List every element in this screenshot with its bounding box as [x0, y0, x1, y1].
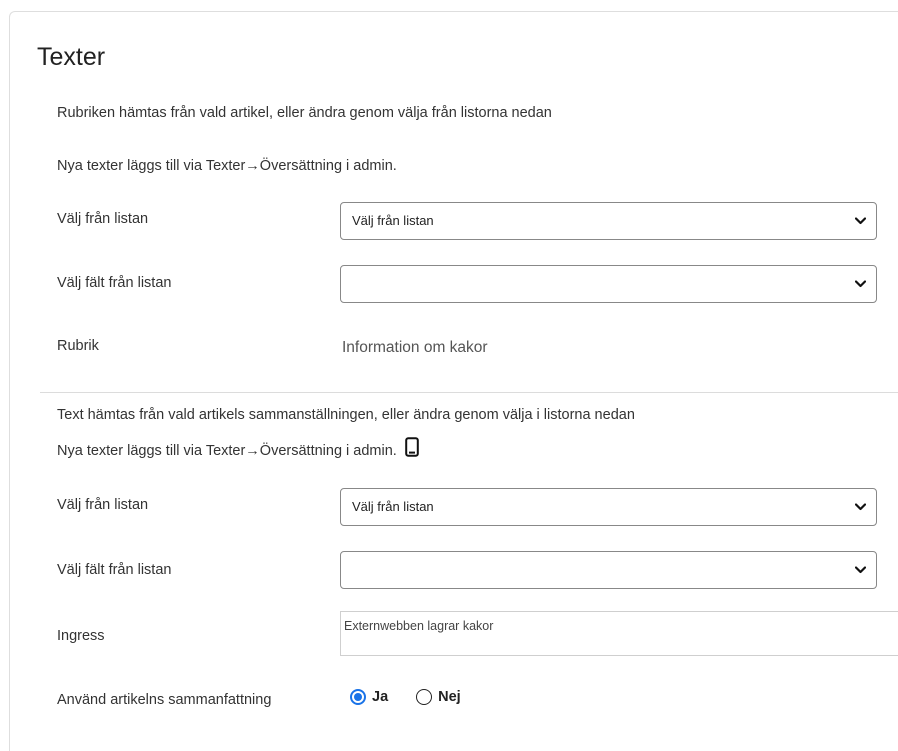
radio-nej[interactable]: Nej: [416, 689, 461, 705]
ingress-list-select-value: Välj från listan: [352, 499, 434, 514]
mobile-phone-icon[interactable]: [405, 437, 419, 461]
chevron-down-icon: [855, 266, 866, 302]
rubrik-field-select[interactable]: [340, 265, 877, 303]
section-divider: [40, 392, 898, 393]
chevron-down-icon: [855, 203, 866, 239]
radio-ja[interactable]: Ja: [350, 689, 388, 705]
ingress-admin-note: Nya texter läggs till via Texter→Översät…: [57, 437, 419, 461]
radio-ja-label[interactable]: Ja: [372, 689, 388, 705]
ingress-list-label: Välj från listan: [57, 497, 149, 513]
summary-radio-group: Ja Nej: [350, 689, 489, 705]
rubrik-list-select-value: Välj från listan: [352, 213, 434, 228]
rubrik-label: Rubrik: [57, 338, 99, 354]
chevron-down-icon: [855, 489, 866, 525]
section-title: Texter: [37, 43, 106, 71]
ingress-label: Ingress: [57, 628, 105, 644]
ingress-info-text: Text hämtas från vald artikels sammanstä…: [57, 407, 635, 423]
ingress-list-select[interactable]: Välj från listan: [340, 488, 877, 526]
ingress-textarea[interactable]: Externwebben lagrar kakor: [340, 611, 898, 656]
rubrik-info-text: Rubriken hämtas från vald artikel, eller…: [57, 105, 552, 121]
rubrik-value: Information om kakor: [342, 339, 488, 356]
ingress-field-select[interactable]: [340, 551, 877, 589]
radio-nej-label[interactable]: Nej: [438, 689, 461, 705]
rubrik-admin-note: Nya texter läggs till via Texter→Översät…: [57, 158, 397, 174]
ingress-field-label: Välj fält från listan: [57, 562, 172, 578]
radio-ja-circle[interactable]: [350, 689, 366, 705]
ingress-admin-note-text: Nya texter läggs till via Texter→Översät…: [57, 443, 397, 459]
chevron-down-icon: [855, 552, 866, 588]
rubrik-list-select[interactable]: Välj från listan: [340, 202, 877, 240]
radio-nej-circle[interactable]: [416, 689, 433, 705]
rubrik-list-label: Välj från listan: [57, 211, 149, 227]
rubrik-field-label: Välj fält från listan: [57, 275, 172, 291]
summary-label: Använd artikelns sammanfattning: [57, 692, 272, 708]
